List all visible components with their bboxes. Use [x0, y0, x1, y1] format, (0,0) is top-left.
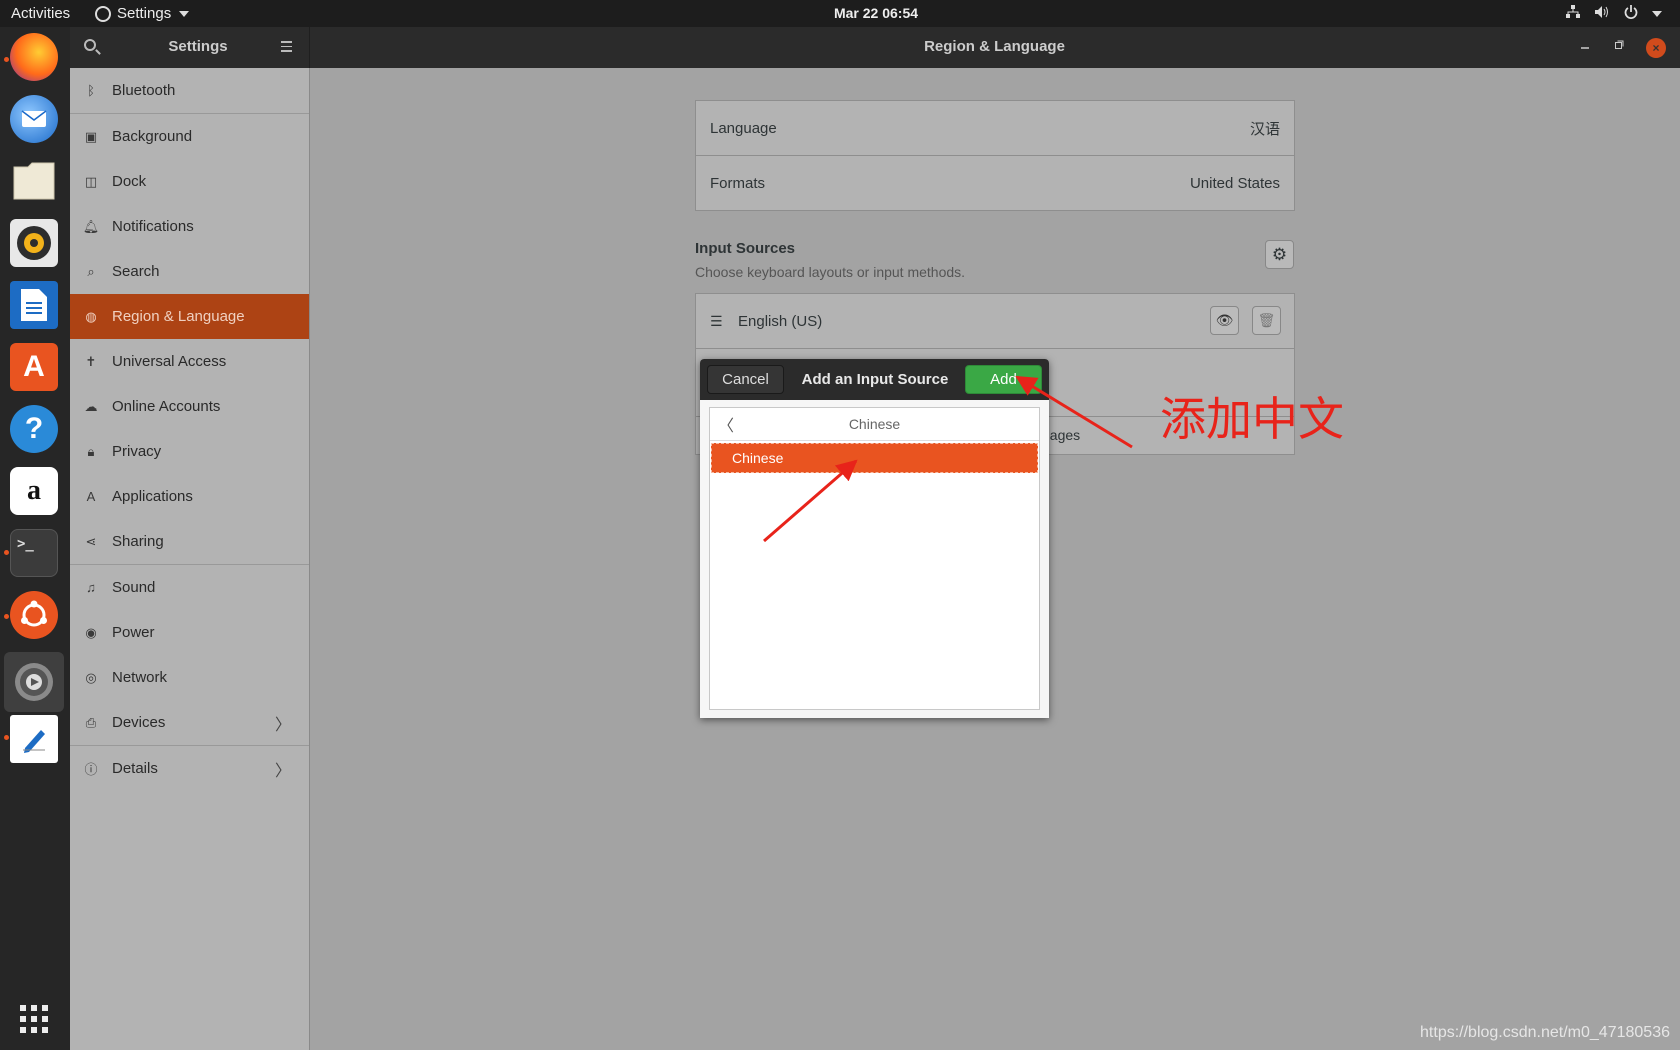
arrow-to-add-button: [1015, 375, 1133, 449]
watermark: https://blog.csdn.net/m0_47180536: [1420, 1024, 1670, 1041]
arrow-to-chinese-item: [763, 459, 858, 543]
annotation-arrows: [763, 375, 1133, 543]
annotation-text: 添加中文: [1160, 392, 1344, 446]
